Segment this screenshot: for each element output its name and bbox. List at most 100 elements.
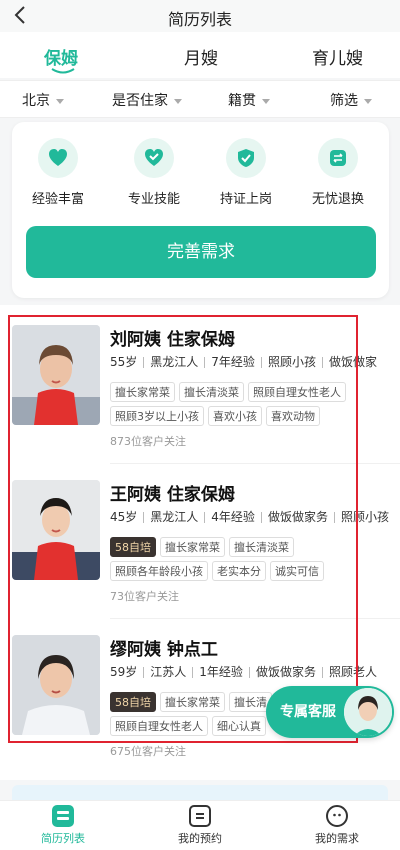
skill-tag: 照顾自理女性老人 [248,382,346,402]
filter-city[interactable]: 北京 [22,90,64,110]
feature-skills: 专业技能 [114,138,194,207]
separator [260,512,262,523]
separator [143,667,145,678]
meta-age: 45岁 [110,510,138,524]
appointment-icon [189,805,211,827]
chevron-down-icon [174,98,182,104]
meta-skill: 做饭做家 [328,355,377,369]
filter-bar: 北京 是否住家 籍贯 筛选 [0,80,400,118]
skill-tag: 擅长清淡菜 [179,382,244,402]
caregiver-photo [12,325,100,425]
caregiver-meta: 59岁 江苏人 1年经验 做饭做家务 照顾老人 [110,663,377,680]
separator [143,512,145,523]
tag-row: 照顾各年龄段小孩 老实本分 诚实可信 [110,560,328,581]
caregiver-meta: 45岁 黑龙江人 4年经验 做饭做家务 照顾小孩 [110,508,389,525]
chevron-down-icon [56,98,64,104]
skill-tag: 擅长清淡菜 [229,537,294,557]
caregiver-name: 缪阿姨 钟点工 [110,640,218,660]
tag-row: 擅长家常菜 擅长清淡菜 照顾自理女性老人 [110,381,350,402]
bottom-banner [12,785,388,800]
caregiver-photo [12,635,100,735]
tab-active-indicator [51,68,75,74]
service-guarantee-panel: 经验丰富 专业技能 持证上岗 无忧退换 完善需求 [12,122,389,298]
feature-experience: 经验丰富 [18,138,98,207]
tag-row: 58自培 擅长家常菜 擅长清淡菜 [110,536,298,557]
filter-live-in-label: 是否住家 [112,93,168,109]
caregiver-card[interactable]: 刘阿姨 住家保姆 55岁 黑龙江人 7年经验 照顾小孩 做饭做家 擅长家常菜 擅长清淡菜照… [0,305,400,460]
nav-my-appointments[interactable]: 我的预约 [155,805,245,846]
follower-count: 873位客户关注 [110,435,186,448]
feature-exchange: 无忧退换 [298,138,378,207]
meta-skill: 做饭做家务 [255,665,316,679]
skill-tag: 诚实可信 [270,561,324,581]
filter-live-in[interactable]: 是否住家 [112,90,182,110]
training-badge: 58自培 [110,692,156,712]
caregiver-name: 刘阿姨 住家保姆 [110,330,235,350]
tag-row: 58自培 擅长家常菜 擅长清 [110,691,276,712]
list-icon [52,805,74,827]
meta-experience: 4年经验 [211,510,255,524]
nav-resume-list[interactable]: 简历列表 [18,805,108,846]
nav-my-needs[interactable]: 我的需求 [292,805,382,846]
heart-shield-icon [38,138,78,178]
meta-origin: 黑龙江人 [150,510,199,524]
meta-skill: 做饭做家务 [267,510,328,524]
meta-skill: 照顾老人 [328,665,377,679]
tab-yuersao[interactable]: 育儿嫂 [312,44,363,69]
feature-label: 持证上岗 [219,192,272,207]
customer-service-button[interactable]: 专属客服 [266,686,394,738]
check-heart-icon [134,138,174,178]
meta-origin: 江苏人 [150,665,187,679]
skill-tag: 喜欢动物 [266,406,320,426]
separator [192,667,194,678]
customer-service-label: 专属客服 [280,704,336,720]
nav-label: 我的预约 [178,832,222,845]
separator [321,357,323,368]
complete-requirements-button[interactable]: 完善需求 [26,226,376,278]
filter-city-label: 北京 [22,93,50,109]
feature-label: 无忧退换 [311,192,364,207]
badge-check-icon [226,138,266,178]
meta-experience: 7年经验 [211,355,255,369]
separator [204,357,206,368]
tab-yuesao[interactable]: 月嫂 [184,44,218,69]
meta-age: 59岁 [110,665,138,679]
nav-label: 我的需求 [315,832,359,845]
tag-row: 照顾3岁以上小孩 喜欢小孩 喜欢动物 [110,405,324,426]
meta-experience: 1年经验 [199,665,243,679]
caregiver-photo [12,480,100,580]
meta-skill: 照顾小孩 [340,510,389,524]
skill-tag: 喜欢小孩 [208,406,262,426]
top-bar: 简历列表 [0,0,400,32]
training-badge: 58自培 [110,537,156,557]
chevron-down-icon [262,98,270,104]
agent-avatar [344,688,392,736]
meta-age: 55岁 [110,355,138,369]
caregiver-meta: 55岁 黑龙江人 7年经验 照顾小孩 做饭做家 [110,353,377,370]
feature-label: 专业技能 [127,192,180,207]
chevron-down-icon [364,98,372,104]
caregiver-card[interactable]: 王阿姨 住家保姆 45岁 黑龙江人 4年经验 做饭做家务 照顾小孩 58自培 擅长家常菜擅… [0,460,400,615]
follower-count: 73位客户关注 [110,590,179,603]
skill-tag: 擅长家常菜 [160,692,225,712]
filter-more[interactable]: 筛选 [330,90,372,110]
category-tabs: 保姆 月嫂 育儿嫂 [0,32,400,78]
feature-label: 经验丰富 [31,192,84,207]
swap-icon [318,138,358,178]
separator [333,512,335,523]
feature-certified: 持证上岗 [206,138,286,207]
skill-tag: 擅长家常菜 [160,537,225,557]
tab-baomu[interactable]: 保姆 [44,44,78,69]
needs-icon [326,805,348,827]
follower-count: 675位客户关注 [110,745,186,758]
meta-skill: 照顾小孩 [267,355,316,369]
bottom-navigation: 简历列表 我的预约 我的需求 [0,800,400,850]
skill-tag: 老实本分 [212,561,266,581]
separator [143,357,145,368]
nav-label: 简历列表 [41,832,85,845]
filter-origin[interactable]: 籍贯 [228,90,270,110]
skill-tag: 细心认真 [212,716,266,736]
page-title: 简历列表 [167,10,232,29]
meta-origin: 黑龙江人 [150,355,199,369]
skill-tag: 照顾自理女性老人 [110,716,208,736]
